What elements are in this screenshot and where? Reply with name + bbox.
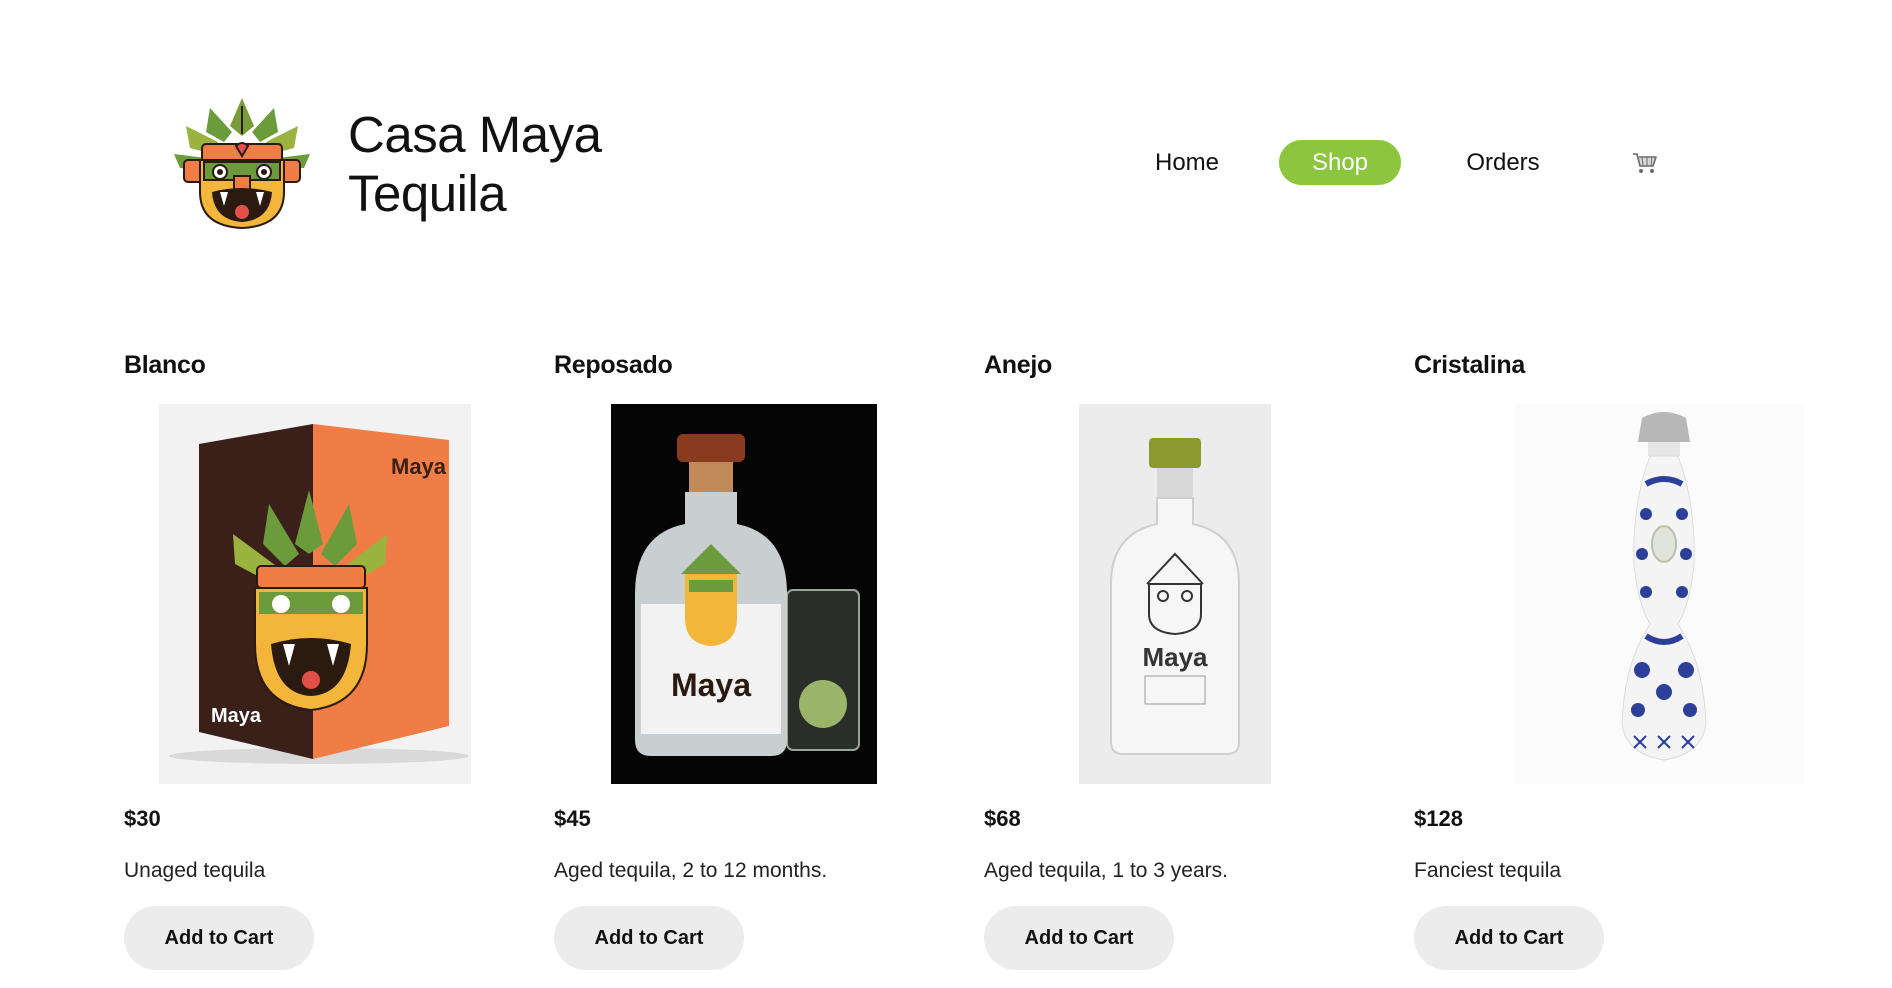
brand-name: Casa Maya Tequila	[348, 105, 602, 223]
orange-box-packaging: Maya Maya	[159, 404, 471, 784]
product-price: $128	[1414, 806, 1463, 831]
product-card-reposado: Reposado Maya $45 Aged tequila, 2 to 12 …	[554, 346, 984, 970]
product-card-cristalina: Cristalina $128 Fanciest tequila Add to …	[1414, 346, 1844, 970]
product-price: $45	[554, 806, 591, 831]
site-header: Casa Maya Tequila Home Shop Orders	[0, 0, 1892, 260]
nav-shop-link[interactable]: Shop	[1279, 140, 1401, 185]
product-grid: Blanco Maya Maya $30 Unaged tequila Add …	[124, 346, 1844, 970]
add-to-cart-button[interactable]: Add to Cart	[554, 906, 744, 970]
product-image[interactable]: Maya	[611, 404, 877, 784]
cart-icon	[1633, 152, 1657, 173]
product-name: Cristalina	[1414, 351, 1525, 379]
nav-home-link[interactable]: Home	[1125, 140, 1249, 185]
svg-text:Maya: Maya	[1142, 642, 1208, 672]
main-nav: Home Shop Orders	[1125, 140, 1665, 185]
add-to-cart-button[interactable]: Add to Cart	[984, 906, 1174, 970]
product-image[interactable]: Maya	[1079, 404, 1271, 784]
add-to-cart-button[interactable]: Add to Cart	[1414, 906, 1604, 970]
product-description: Unaged tequila	[124, 859, 266, 882]
product-card-anejo: Anejo Maya $68 Aged tequila, 1 to 3 year…	[984, 346, 1414, 970]
aztec-mask-logo	[174, 98, 310, 230]
product-image[interactable]	[1514, 404, 1804, 784]
blue-white-ceramic-bottle	[1514, 404, 1804, 784]
product-price: $68	[984, 806, 1021, 831]
clear-bottle-with-glass: Maya	[611, 404, 877, 784]
product-description: Aged tequila, 2 to 12 months.	[554, 859, 828, 882]
product-description: Aged tequila, 1 to 3 years.	[984, 859, 1228, 882]
svg-text:Maya: Maya	[671, 667, 751, 703]
brand-name-line1: Casa Maya	[348, 106, 602, 163]
product-name: Anejo	[984, 351, 1052, 379]
product-image[interactable]: Maya Maya	[159, 404, 471, 784]
product-name: Reposado	[554, 351, 673, 379]
product-name: Blanco	[124, 351, 206, 379]
add-to-cart-button[interactable]: Add to Cart	[124, 906, 314, 970]
white-bottle-green-cap: Maya	[1079, 404, 1271, 784]
product-price: $30	[124, 806, 161, 831]
brand[interactable]: Casa Maya Tequila	[172, 96, 602, 232]
svg-text:Maya: Maya	[211, 705, 262, 727]
nav-orders-link[interactable]: Orders	[1441, 140, 1565, 185]
product-card-blanco: Blanco Maya Maya $30 Unaged tequila Add …	[124, 346, 554, 970]
svg-text:Maya: Maya	[391, 454, 447, 479]
brand-name-line2: Tequila	[348, 165, 507, 222]
product-description: Fanciest tequila	[1414, 859, 1562, 882]
nav-cart-link[interactable]	[1625, 140, 1665, 185]
